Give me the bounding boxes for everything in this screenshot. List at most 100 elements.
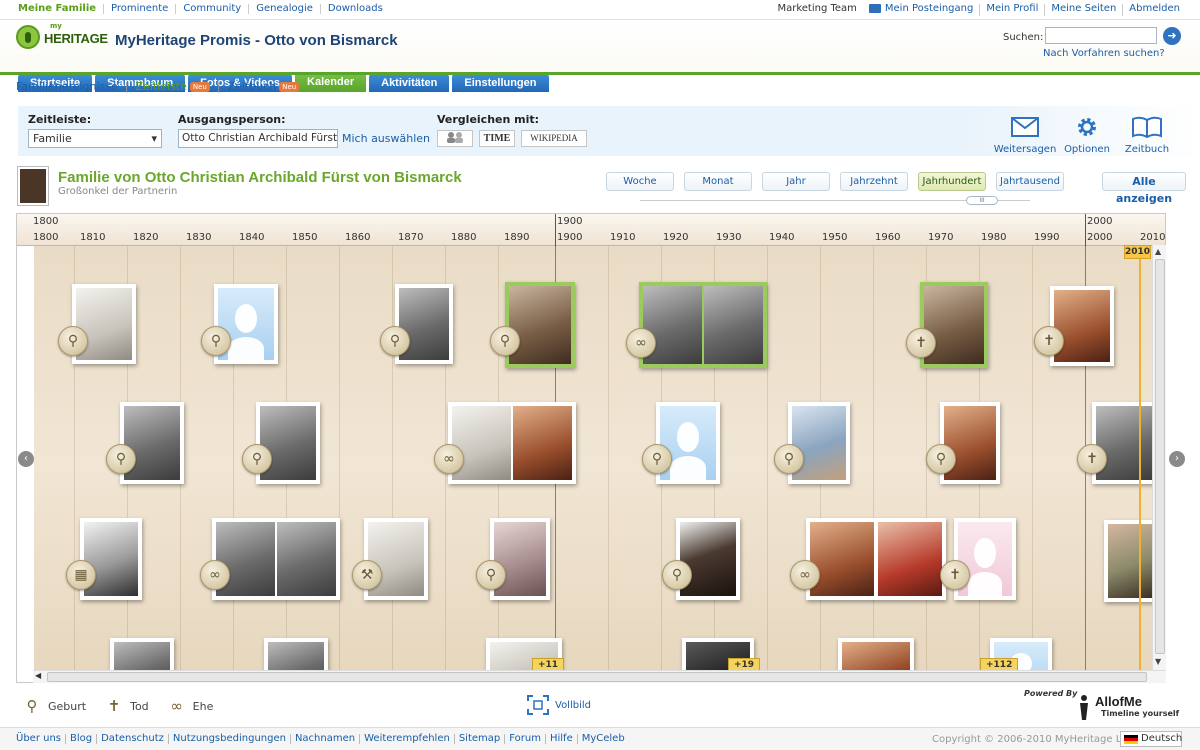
timeline-prev-arrow-icon[interactable]: ‹ (18, 451, 34, 467)
calendar-event-icon[interactable]: ▦ (66, 560, 96, 590)
zeitbuch-button[interactable]: Zeitbuch (1112, 114, 1182, 155)
marriage-icon[interactable]: ∞ (790, 560, 820, 590)
subnav-zeitbuch[interactable]: Zeitbuch (228, 80, 277, 93)
footer-ueber-uns[interactable]: Über uns (16, 734, 65, 744)
nav-abmelden[interactable]: Abmelden (1122, 4, 1186, 16)
couple-card[interactable] (806, 518, 946, 600)
footer-datenschutz[interactable]: Datenschutz (96, 734, 168, 744)
death-icon[interactable]: ✝ (1034, 326, 1064, 356)
tab-aktivitaeten[interactable]: Aktivitäten (369, 74, 450, 92)
myheritage-logo[interactable]: my HERITAGE (16, 22, 108, 49)
compare-people-button[interactable] (437, 130, 473, 147)
hammer-icon[interactable]: ⚒ (352, 560, 382, 590)
horizontal-scroll-thumb[interactable] (47, 672, 1147, 682)
person-card-selected[interactable] (920, 282, 988, 368)
person-photo (924, 286, 984, 364)
scale-monat-button[interactable]: Monat (684, 172, 752, 191)
scroll-up-icon[interactable]: ▲ (1155, 247, 1161, 256)
scroll-down-icon[interactable]: ▼ (1155, 657, 1161, 666)
person-card[interactable] (788, 402, 850, 484)
fullscreen-button[interactable]: Vollbild (527, 695, 591, 715)
scale-jahrzehnt-button[interactable]: Jahrzehnt (840, 172, 908, 191)
timeline-canvas[interactable]: ⚲ ⚲ ⚲ ⚲ ∞ ✝ ✝ ⚲ ⚲ ∞ ⚲ ⚲ ⚲ ✝ ▦ ∞ ⚒ ⚲ ⚲ ∞ … (34, 246, 1165, 682)
subnav-familienereignisse[interactable]: Familienereignisse (16, 80, 118, 93)
person-card[interactable] (676, 518, 740, 600)
nav-prominente[interactable]: Prominente (103, 4, 175, 14)
footer-nachnamen[interactable]: Nachnamen (289, 734, 359, 744)
search-input[interactable] (1045, 27, 1157, 44)
ausgangsperson-field[interactable]: Otto Christian Archibald Fürst v (178, 129, 338, 148)
tab-kalender[interactable]: Kalender (295, 72, 367, 92)
language-selector[interactable]: Deutsch (1120, 731, 1182, 747)
weitersagen-button[interactable]: Weitersagen (990, 114, 1060, 155)
death-icon[interactable]: ✝ (906, 328, 936, 358)
new-badge: Neu (189, 81, 210, 92)
footer-hilfe[interactable]: Hilfe (544, 734, 577, 744)
tab-einstellungen[interactable]: Einstellungen (452, 74, 549, 92)
couple-card[interactable] (448, 402, 576, 484)
death-icon[interactable]: ✝ (940, 560, 970, 590)
nav-profil[interactable]: Mein Profil (979, 4, 1044, 16)
decade-label: 1820 (133, 232, 159, 243)
footer-weiterempfehlen[interactable]: Weiterempfehlen (359, 734, 454, 744)
footer-blog[interactable]: Blog (65, 734, 96, 744)
marriage-icon[interactable]: ∞ (626, 328, 656, 358)
person-card[interactable] (80, 518, 142, 600)
vertical-scroll-thumb[interactable] (1155, 259, 1165, 654)
person-card-selected[interactable] (505, 282, 575, 368)
ancestor-search-link[interactable]: Nach Vorfahren suchen? (1043, 48, 1165, 59)
birth-icon[interactable]: ⚲ (642, 444, 672, 474)
person-card[interactable] (120, 402, 184, 484)
death-icon[interactable]: ✝ (1077, 444, 1107, 474)
couple-card[interactable] (212, 518, 340, 600)
birth-icon[interactable]: ⚲ (774, 444, 804, 474)
select-me-link[interactable]: Mich auswählen (342, 132, 430, 145)
scale-jahrtausend-button[interactable]: Jahrtausend (996, 172, 1064, 191)
footer-myceleb[interactable]: MyCeleb (576, 734, 629, 744)
birth-icon[interactable]: ⚲ (106, 444, 136, 474)
marriage-icon[interactable]: ∞ (200, 560, 230, 590)
birth-icon[interactable]: ⚲ (242, 444, 272, 474)
scale-woche-button[interactable]: Woche (606, 172, 674, 191)
person-card[interactable] (256, 402, 320, 484)
show-all-button[interactable]: Alle anzeigen (1102, 172, 1186, 205)
timeline-viewport[interactable]: 1800 1900 2000 1800 1810 1820 1830 1840 … (16, 213, 1166, 683)
birth-icon[interactable]: ⚲ (58, 326, 88, 356)
timeline-next-arrow-icon[interactable]: › (1169, 451, 1185, 467)
footer-forum[interactable]: Forum (504, 734, 545, 744)
birth-icon[interactable]: ⚲ (926, 444, 956, 474)
person-card[interactable] (1092, 402, 1156, 484)
footer-sitemap[interactable]: Sitemap (453, 734, 504, 744)
birth-icon[interactable]: ⚲ (476, 560, 506, 590)
birth-icon[interactable]: ⚲ (380, 326, 410, 356)
compare-wikipedia-button[interactable]: WIKIPEDIA (521, 130, 587, 147)
marriage-icon[interactable]: ∞ (434, 444, 464, 474)
person-card[interactable] (656, 402, 720, 484)
person-card[interactable] (1050, 286, 1114, 366)
allofme-logo[interactable]: AllofMe Timeline yourself (1075, 690, 1185, 722)
user-name[interactable]: Marketing Team (771, 4, 862, 16)
search-go-icon[interactable]: ➜ (1163, 27, 1181, 45)
couple-card-selected[interactable] (639, 282, 767, 368)
birth-icon[interactable]: ⚲ (662, 560, 692, 590)
nav-downloads[interactable]: Downloads (319, 4, 390, 14)
nav-community[interactable]: Community (175, 4, 248, 14)
horizontal-scrollbar[interactable]: ◀ (33, 670, 1166, 683)
scale-jahr-button[interactable]: Jahr (762, 172, 830, 191)
nav-posteingang[interactable]: Mein Posteingang (885, 4, 979, 16)
nav-seiten[interactable]: Meine Seiten (1044, 4, 1122, 16)
nav-genealogie[interactable]: Genealogie (248, 4, 320, 14)
scale-jahrhundert-button[interactable]: Jahrhundert (918, 172, 986, 191)
person-card[interactable] (954, 518, 1016, 600)
subnav-zeitleiste[interactable]: Zeitleiste (136, 80, 187, 93)
scroll-left-icon[interactable]: ◀ (35, 671, 41, 680)
birth-icon[interactable]: ⚲ (490, 326, 520, 356)
compare-time-button[interactable]: TIME (479, 130, 515, 147)
zoom-slider-handle[interactable]: III (966, 196, 998, 205)
vertical-scrollbar[interactable]: ▲ ▼ (1152, 245, 1166, 670)
family-portrait-thumbnail[interactable] (18, 167, 48, 205)
footer-nutzungsbedingungen[interactable]: Nutzungsbedingungen (167, 734, 290, 744)
nav-meine-familie[interactable]: Meine Familie (18, 4, 103, 14)
zeitleiste-select[interactable]: Familie (28, 129, 162, 148)
birth-icon[interactable]: ⚲ (201, 326, 231, 356)
